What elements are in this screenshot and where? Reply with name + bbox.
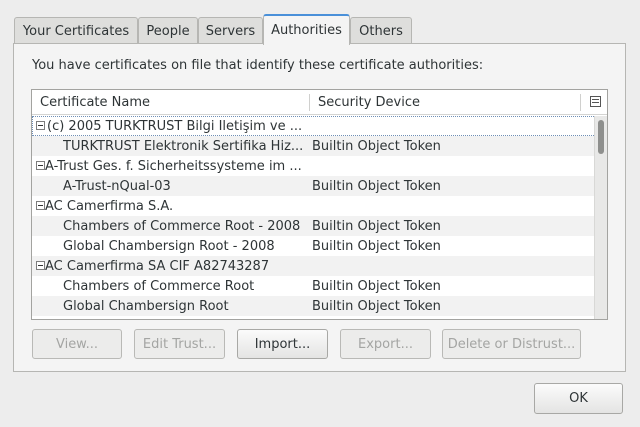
tab-label: Your Certificates (22, 23, 130, 39)
tab-label: Authorities (271, 23, 342, 38)
tree-rows: (c) 2005 TÜRKTRUST Bilgi İletişim ve ...… (32, 116, 596, 316)
collapse-minus-icon[interactable] (36, 201, 45, 210)
tree-row[interactable]: Chambers of Commerce Root Builtin Object… (32, 276, 596, 296)
certificate-name: AC Camerfirma SA CIF A82743287 (45, 258, 270, 274)
button-label: Import... (254, 336, 311, 352)
security-device: Builtin Object Token (312, 278, 441, 294)
collapse-minus-icon[interactable] (36, 161, 45, 170)
button-label: Edit Trust... (142, 336, 217, 352)
intro-text: You have certificates on file that ident… (32, 58, 484, 73)
column-label: Certificate Name (40, 95, 151, 110)
tree-row-group[interactable]: AC Camerfirma SA CIF A82743287 (32, 256, 596, 276)
certificate-name: Global Chambersign Root - 2008 (63, 238, 275, 254)
certificate-name: Global Chambersign Root (63, 298, 229, 314)
tree-row[interactable]: Chambers of Commerce Root - 2008 Builtin… (32, 216, 596, 236)
tab-label: Others (359, 23, 403, 39)
column-security-device[interactable]: Security Device (318, 90, 420, 115)
tab-people[interactable]: People (138, 17, 198, 44)
certificate-name: (c) 2005 TÜRKTRUST Bilgi İletişim ve ... (47, 118, 303, 134)
button-label: Delete or Distrust... (447, 336, 576, 352)
delete-or-distrust-button[interactable]: Delete or Distrust... (442, 329, 581, 359)
certificate-tree[interactable]: Certificate Name Security Device (c) 200… (31, 89, 608, 320)
column-certificate-name[interactable]: Certificate Name (40, 90, 150, 115)
tree-row-group[interactable]: A-Trust Ges. f. Sicherheitssysteme im ..… (32, 156, 596, 176)
column-divider[interactable] (580, 94, 581, 111)
view-button[interactable]: View... (32, 329, 122, 359)
button-label: View... (55, 336, 99, 352)
tab-others[interactable]: Others (350, 17, 412, 44)
security-device: Builtin Object Token (312, 138, 441, 154)
security-device: Builtin Object Token (312, 238, 441, 254)
scrollbar-thumb[interactable] (598, 120, 604, 154)
certificate-name: Chambers of Commerce Root - 2008 (63, 218, 301, 234)
tab-servers[interactable]: Servers (198, 17, 263, 44)
security-device: Builtin Object Token (312, 178, 441, 194)
tree-row-group[interactable]: (c) 2005 TÜRKTRUST Bilgi İletişim ve ... (32, 116, 596, 136)
security-device: Builtin Object Token (312, 298, 441, 314)
tab-label: People (146, 23, 190, 39)
tab-your-certificates[interactable]: Your Certificates (14, 17, 138, 44)
import-button[interactable]: Import... (237, 329, 328, 359)
column-label: Security Device (318, 95, 420, 110)
security-device: Builtin Object Token (312, 218, 441, 234)
tab-authorities[interactable]: Authorities (263, 14, 350, 45)
certificate-name: Chambers of Commerce Root (63, 278, 255, 294)
vertical-scrollbar[interactable] (594, 116, 607, 319)
tree-row-group[interactable]: AC Camerfirma S.A. (32, 196, 596, 216)
authorities-panel: You have certificates on file that ident… (13, 43, 626, 372)
export-button[interactable]: Export... (340, 329, 431, 359)
tree-row[interactable]: TÜRKTRUST Elektronik Sertifika Hiz... Bu… (32, 136, 596, 156)
tree-header: Certificate Name Security Device (32, 90, 607, 115)
certificate-name: A-Trust Ges. f. Sicherheitssysteme im ..… (45, 158, 302, 174)
tree-row[interactable]: Global Chambersign Root Builtin Object T… (32, 296, 596, 316)
collapse-minus-icon[interactable] (36, 261, 45, 270)
tab-label: Servers (205, 23, 256, 39)
certificate-name: TÜRKTRUST Elektronik Sertifika Hiz... (63, 138, 304, 154)
collapse-minus-icon[interactable] (36, 121, 45, 130)
edit-trust-button[interactable]: Edit Trust... (134, 329, 225, 359)
ok-button[interactable]: OK (534, 383, 623, 414)
button-label: OK (569, 391, 588, 406)
button-label: Export... (358, 336, 413, 352)
tree-row[interactable]: Global Chambersign Root - 2008 Builtin O… (32, 236, 596, 256)
certificate-name: AC Camerfirma S.A. (45, 198, 174, 214)
column-picker-icon[interactable] (590, 96, 601, 107)
column-divider[interactable] (309, 94, 310, 111)
certificate-name: A-Trust-nQual-03 (63, 178, 171, 194)
tree-row[interactable]: A-Trust-nQual-03 Builtin Object Token (32, 176, 596, 196)
